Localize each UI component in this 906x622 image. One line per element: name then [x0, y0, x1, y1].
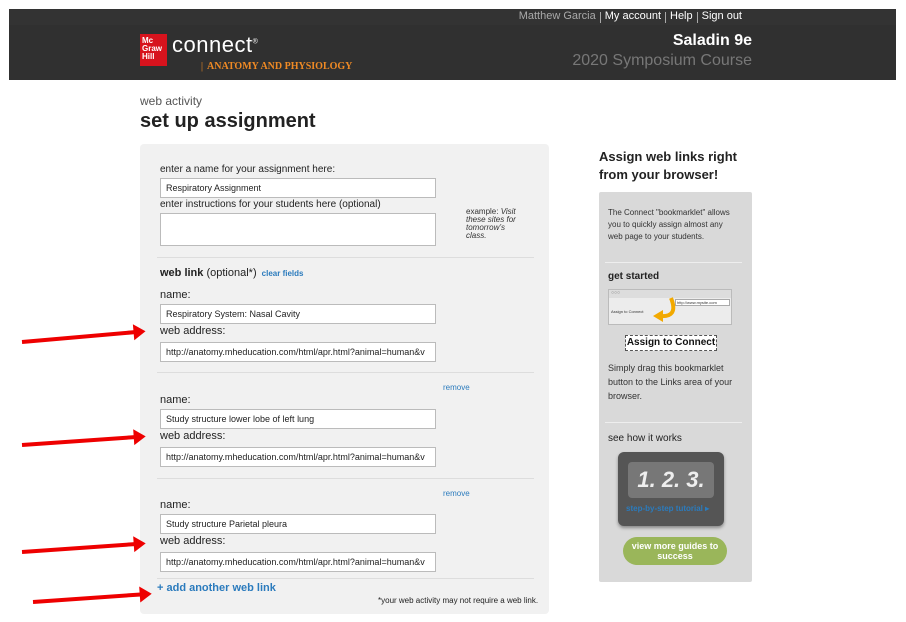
divider	[157, 578, 534, 579]
tutorial-steps: 1. 2. 3.	[628, 462, 714, 498]
link-name-label: name:	[160, 499, 191, 511]
curved-arrow-icon	[653, 297, 676, 322]
sign-out-link[interactable]: Sign out	[698, 10, 746, 23]
site-header: Mc Graw Hill connect® | ANATOMY AND PHYSI…	[9, 25, 896, 80]
divider	[157, 257, 534, 258]
annotation-arrow	[32, 592, 143, 604]
link-address-input[interactable]: http://anatomy.mheducation.com/html/apr.…	[160, 552, 436, 572]
tutorial-link[interactable]: step-by-step tutorial ▸	[626, 504, 709, 513]
logo-line: Hill	[142, 52, 155, 61]
divider	[157, 478, 534, 479]
annotation-arrow	[21, 329, 137, 344]
book-title: Saladin 9e	[672, 32, 752, 49]
instructions-textarea[interactable]	[160, 213, 436, 246]
browser-illustration: ○○○ http://www.mysite.com Assign to Conn…	[608, 289, 732, 325]
link-address-input[interactable]: http://anatomy.mheducation.com/html/apr.…	[160, 447, 436, 467]
help-link[interactable]: Help	[666, 10, 697, 23]
get-started-heading: get started	[608, 271, 660, 282]
subject-text: ANATOMY AND PHYSIOLOGY	[207, 61, 353, 72]
assign-to-connect-bookmarklet[interactable]: Assign to Connect	[625, 335, 717, 351]
link-name-input[interactable]: Respiratory System: Nasal Cavity	[160, 304, 436, 324]
browser-bookmark: Assign to Connect	[611, 309, 644, 314]
add-web-link-button[interactable]: + add another web link	[157, 582, 276, 594]
brand-text: connect	[172, 32, 253, 57]
web-link-title: web link	[160, 267, 204, 279]
subject-label: | ANATOMY AND PHYSIOLOGY	[201, 61, 353, 72]
remove-link-button[interactable]: remove	[443, 383, 470, 392]
drag-instructions: Simply drag this bookmarklet button to t…	[608, 363, 733, 401]
link-address-label: web address:	[160, 325, 226, 337]
connect-brand: connect®	[172, 32, 259, 57]
link-name-label: name:	[160, 394, 191, 406]
see-how-heading: see how it works	[608, 433, 682, 444]
divider	[605, 262, 742, 263]
clear-fields-link[interactable]: clear fields	[262, 269, 304, 278]
annotation-arrow	[21, 541, 137, 554]
remove-link-button[interactable]: remove	[443, 489, 470, 498]
activity-type: web activity	[140, 94, 203, 108]
assignment-name-label: enter a name for your assignment here:	[160, 164, 336, 175]
link-address-label: web address:	[160, 535, 226, 547]
web-link-optional: (optional*)	[203, 267, 257, 279]
annotation-arrow	[21, 434, 137, 447]
course-name: 2020 Symposium Course	[572, 52, 752, 69]
instructions-hint: example: Visit these sites for tomorrow’…	[466, 208, 526, 240]
my-account-link[interactable]: My account	[601, 10, 665, 23]
link-name-input[interactable]: Study structure lower lobe of left lung	[160, 409, 436, 429]
web-link-heading: web link (optional*) clear fields	[160, 267, 303, 279]
bookmarklet-intro: The Connect "bookmarklet" allows you to …	[608, 208, 730, 241]
assignment-name-input[interactable]: Respiratory Assignment	[160, 178, 436, 198]
divider	[157, 372, 534, 373]
instructions-label: enter instructions for your students her…	[160, 199, 381, 210]
bookmarklet-title: Assign web links right from your browser…	[599, 149, 737, 182]
divider	[605, 422, 742, 423]
user-name: Matthew Garcia	[518, 10, 596, 22]
web-link-footnote: *your web activity may not require a web…	[378, 596, 539, 605]
link-address-label: web address:	[160, 430, 226, 442]
view-guides-button[interactable]: view more guides to success	[623, 537, 727, 565]
page-title: set up assignment	[140, 110, 316, 132]
tutorial-video-thumbnail[interactable]: 1. 2. 3. step-by-step tutorial ▸	[618, 452, 724, 526]
account-links: Matthew Garcia My account Help Sign out	[515, 10, 746, 23]
link-address-input[interactable]: http://anatomy.mheducation.com/html/apr.…	[160, 342, 436, 362]
top-utility-bar: Matthew Garcia My account Help Sign out	[9, 9, 896, 25]
mcgraw-hill-logo[interactable]: Mc Graw Hill	[140, 34, 167, 66]
link-name-input[interactable]: Study structure Parietal pleura	[160, 514, 436, 534]
link-name-label: name:	[160, 289, 191, 301]
